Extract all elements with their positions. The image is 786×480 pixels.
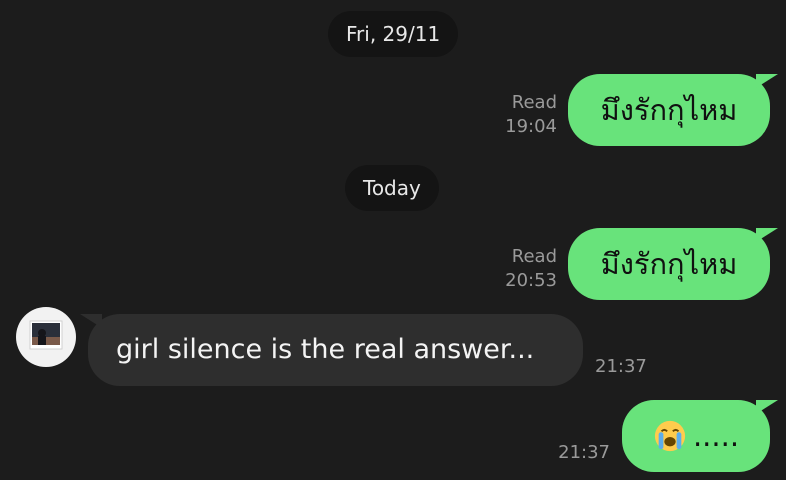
message-meta: 21:37	[595, 355, 647, 379]
contact-avatar[interactable]	[16, 307, 76, 367]
avatar-photo-icon	[29, 320, 63, 350]
message-text: มึงรักกุไหม	[600, 93, 738, 127]
outgoing-message-bubble[interactable]: .....	[622, 400, 778, 472]
incoming-message-bubble[interactable]: girl silence is the real answer...	[80, 314, 583, 386]
date-separator-label: Today	[363, 176, 421, 200]
message-time: 21:37	[558, 442, 610, 463]
loudly-crying-face-emoji-icon	[654, 420, 686, 452]
message-meta: Read 19:04	[505, 91, 557, 139]
read-status: Read	[511, 92, 557, 113]
message-text: girl silence is the real answer...	[116, 334, 535, 365]
outgoing-message-bubble[interactable]: มึงรักกุไหม	[568, 228, 778, 300]
message-time: 20:53	[505, 270, 557, 291]
message-text: .....	[692, 419, 740, 453]
date-separator-label: Fri, 29/11	[346, 22, 441, 46]
message-time: 21:37	[595, 356, 647, 377]
outgoing-message-bubble[interactable]: มึงรักกุไหม	[568, 74, 778, 146]
message-time: 19:04	[505, 116, 557, 137]
date-separator: Today	[345, 165, 439, 211]
message-text: มึงรักกุไหม	[600, 247, 738, 281]
read-status: Read	[511, 246, 557, 267]
message-meta: 21:37	[558, 441, 610, 465]
message-meta: Read 20:53	[505, 245, 557, 293]
date-separator: Fri, 29/11	[328, 11, 459, 57]
chat-view: Fri, 29/11 Read 19:04 มึงรักกุไหม Today …	[0, 0, 786, 480]
